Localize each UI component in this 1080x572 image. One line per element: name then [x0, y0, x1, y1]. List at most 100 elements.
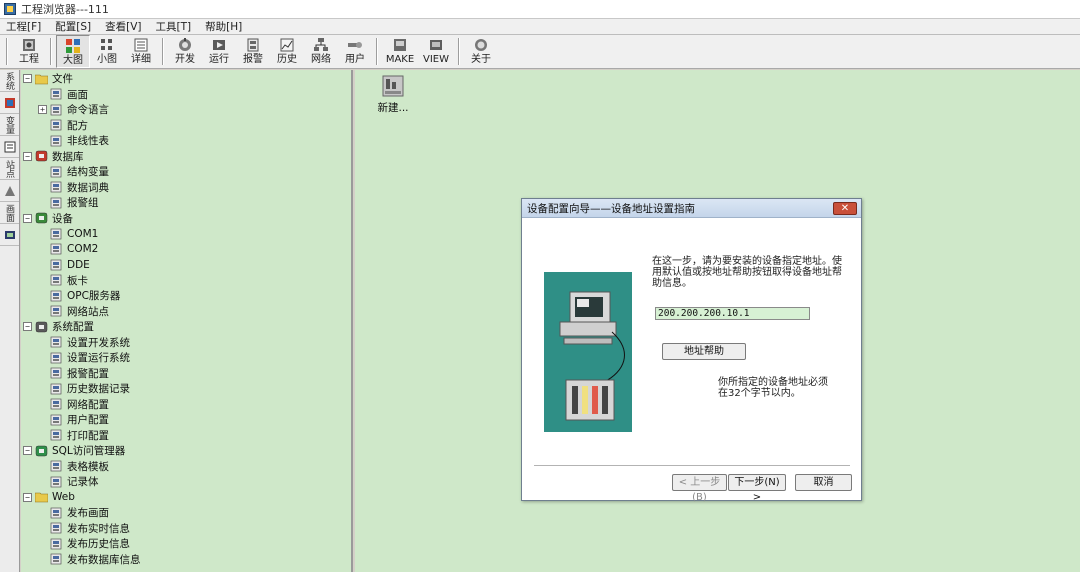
history-icon [280, 38, 294, 52]
dialog-separator [534, 465, 850, 467]
system-config-icon [35, 321, 48, 332]
tree-item[interactable]: COM2 [38, 242, 98, 257]
tree-item[interactable]: 用户配置 [38, 412, 109, 427]
left-tab-stations[interactable]: 站点 [0, 158, 19, 180]
user-config-icon [50, 414, 62, 425]
tree-item[interactable]: 记录体 [38, 474, 99, 489]
left-tab-screens[interactable]: 画面 [0, 202, 19, 224]
tree-item[interactable]: − SQL访问管理器 [23, 443, 125, 458]
tree-item[interactable]: 打印配置 [38, 428, 109, 443]
detail-view-icon [134, 38, 148, 52]
left-tab-system[interactable]: 系统 [0, 70, 19, 92]
tree-item[interactable]: 历史数据记录 [38, 381, 130, 396]
close-icon[interactable]: ✕ [833, 201, 857, 215]
collapse-icon[interactable]: − [23, 322, 32, 331]
tree-item[interactable]: 设置开发系统 [38, 335, 130, 350]
left-tab-variables[interactable]: 变量 [0, 114, 19, 136]
history-log-icon [50, 383, 62, 394]
menu-project[interactable]: 工程[F] [6, 19, 41, 34]
tree-item-label: 表格模板 [67, 460, 109, 473]
toolbar-history-button[interactable]: 历史 [270, 35, 304, 68]
prev-button[interactable]: < 上一步(B) [672, 474, 727, 503]
left-tab-stations-icon[interactable] [0, 180, 19, 202]
tree-item[interactable]: 画面 [38, 87, 88, 102]
menu-view[interactable]: 查看[V] [105, 19, 141, 34]
dde-icon [50, 259, 62, 270]
tree-item-label: 结构变量 [67, 166, 109, 178]
new-item[interactable]: 新建... [373, 74, 413, 115]
tree-item[interactable]: 网络站点 [38, 304, 109, 319]
toolbar-user-button[interactable]: 用户 [338, 35, 372, 68]
tree-item[interactable]: − 设备 [23, 211, 73, 226]
expand-icon[interactable]: + [38, 105, 47, 114]
toolbar-separator [50, 38, 52, 65]
tree-item-label: 非线性表 [67, 135, 109, 147]
dictionary-icon [50, 181, 62, 193]
tree-item-label: 文件 [52, 73, 73, 85]
tree-item[interactable]: COM1 [38, 226, 98, 241]
toolbar-about-button[interactable]: 关于 [464, 35, 498, 68]
table-template-icon [50, 460, 62, 472]
tree-item-label: 板卡 [67, 274, 88, 287]
network-station-icon [50, 305, 62, 317]
cancel-button[interactable]: 取消 [795, 474, 852, 491]
dev-settings-icon [50, 336, 62, 348]
develop-icon [179, 38, 191, 51]
project-tree: − 文件画面 + 命令语言 配方非线性表 − 数据库结构变量数据词典报警组 − 设备 COM1 CO… [21, 70, 353, 572]
next-button[interactable]: 下一步(N) > [728, 474, 786, 503]
collapse-icon[interactable]: − [23, 492, 32, 502]
tree-item[interactable]: 报警配置 [38, 366, 109, 381]
toolbar-separator [6, 38, 8, 65]
toolbar-develop-button[interactable]: 开发 [168, 35, 202, 68]
device-config-wizard-dialog: 设备配置向导——设备地址设置指南 ✕ 在这一步，请为要安装的设备指定地址。使用默… [521, 198, 862, 503]
tree-item[interactable]: 发布实时信息 [38, 521, 130, 536]
toolbar-details-button[interactable]: 详细 [124, 35, 158, 68]
toolbar-large-icons-button[interactable]: 大图 [56, 35, 90, 68]
toolbar-network-button[interactable]: 网络 [304, 35, 338, 68]
tree-item[interactable]: 结构变量 [38, 164, 109, 179]
tree-item[interactable]: − 数据库 [23, 149, 84, 164]
tree-item-label: 网络配置 [67, 398, 109, 411]
tree-item[interactable]: 非线性表 [38, 133, 109, 148]
make-icon [394, 39, 406, 51]
toolbar-make-button[interactable]: MAKE [382, 35, 418, 68]
tree-item[interactable]: − 系统配置 [23, 319, 94, 334]
tree-item-label: 报警组 [67, 197, 99, 209]
left-tab-variables-icon[interactable] [0, 136, 19, 158]
address-help-button[interactable]: 地址帮助 [662, 343, 746, 360]
toolbar-project-button[interactable]: 工程 [12, 35, 46, 68]
tree-item[interactable]: 发布历史信息 [38, 536, 130, 551]
device-address-input[interactable]: 200.200.200.10.1 [655, 307, 810, 320]
toolbar-small-icons-button[interactable]: 小图 [90, 35, 124, 68]
tree-item[interactable]: 表格模板 [38, 459, 109, 474]
collapse-icon[interactable]: − [23, 446, 32, 455]
tree-item[interactable]: 数据词典 [38, 180, 109, 195]
tree-item[interactable]: DDE [38, 257, 90, 272]
tree-item-label: 设置开发系统 [67, 336, 130, 349]
toolbar-view-button[interactable]: VIEW [418, 35, 454, 68]
tree-item[interactable]: 报警组 [38, 195, 99, 210]
menu-help[interactable]: 帮助[H] [205, 19, 242, 34]
tree-item[interactable]: − 文件 [23, 71, 73, 86]
tree-item[interactable]: 发布画面 [38, 505, 109, 520]
tree-item[interactable]: 配方 [38, 118, 88, 133]
tree-item[interactable]: + 命令语言 [38, 102, 109, 117]
left-tab-system-icon[interactable] [0, 92, 19, 114]
screen-icon [50, 88, 62, 100]
collapse-icon[interactable]: − [23, 74, 32, 83]
tree-item[interactable]: 设置运行系统 [38, 350, 130, 365]
toolbar-alarm-button[interactable]: 报警 [236, 35, 270, 68]
tree-item[interactable]: 发布数据库信息 [38, 552, 141, 567]
tree-item[interactable]: OPC服务器 [38, 288, 120, 303]
project-icon [23, 39, 35, 51]
menu-config[interactable]: 配置[S] [55, 19, 91, 34]
tree-item-label: 发布历史信息 [67, 538, 130, 550]
collapse-icon[interactable]: − [23, 213, 32, 223]
collapse-icon[interactable]: − [23, 151, 32, 161]
tree-item[interactable]: − Web [23, 490, 75, 505]
tree-item[interactable]: 网络配置 [38, 397, 109, 412]
left-tab-screens-icon[interactable] [0, 224, 19, 246]
toolbar-run-button[interactable]: 运行 [202, 35, 236, 68]
tree-item[interactable]: 板卡 [38, 273, 88, 288]
menu-tools[interactable]: 工具[T] [155, 19, 191, 34]
